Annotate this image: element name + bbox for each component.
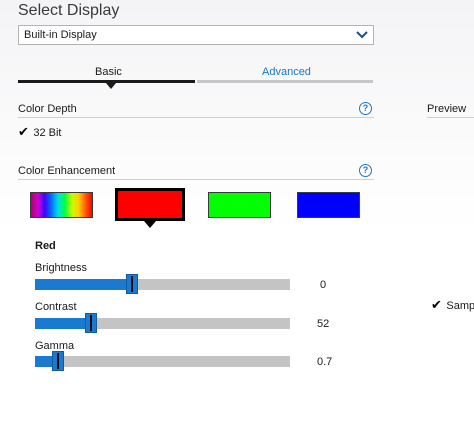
brightness-value: 0 <box>320 279 327 291</box>
preview-divider <box>427 117 474 118</box>
contrast-label: Contrast <box>35 301 77 313</box>
tab-advanced-indicator <box>197 80 373 83</box>
swatch-green[interactable] <box>208 192 271 218</box>
brightness-fill <box>35 279 132 290</box>
brightness-slider[interactable] <box>35 274 290 294</box>
contrast-fill <box>35 318 91 329</box>
contrast-slider[interactable] <box>35 313 290 333</box>
gamma-slider[interactable] <box>35 351 290 371</box>
channel-title: Red <box>35 240 56 252</box>
swatch-red-selected-frame[interactable] <box>115 188 185 221</box>
swatch-blue[interactable] <box>297 192 360 218</box>
gamma-thumb[interactable] <box>52 351 64 371</box>
tab-advanced[interactable]: Advanced <box>262 66 311 78</box>
display-select[interactable]: Built-in Display <box>18 25 374 45</box>
swatch-red <box>118 191 182 218</box>
color-depth-help-icon[interactable]: ? <box>359 102 372 115</box>
chevron-down-icon <box>356 31 368 39</box>
swatch-pointer <box>144 221 156 228</box>
color-enhancement-title: Color Enhancement <box>18 165 116 177</box>
color-depth-divider <box>18 117 374 118</box>
tab-pointer <box>106 83 116 89</box>
preview-title: Preview <box>427 103 467 115</box>
tab-basic[interactable]: Basic <box>95 66 122 78</box>
preview-sample-label: Sample <box>446 300 474 312</box>
color-enhancement-help-icon[interactable]: ? <box>359 164 372 177</box>
display-select-value: Built-in Display <box>24 29 97 41</box>
color-depth-value-row: ✔ 32 Bit <box>18 123 62 141</box>
checkmark-icon: ✔ <box>18 124 29 139</box>
gamma-value: 0.7 <box>317 356 333 368</box>
brightness-label: Brightness <box>35 262 87 274</box>
page-title: Select Display <box>18 2 120 19</box>
brightness-thumb[interactable] <box>126 274 138 294</box>
contrast-thumb[interactable] <box>85 313 97 333</box>
contrast-value: 52 <box>317 318 330 330</box>
color-depth-title: Color Depth <box>18 103 77 115</box>
color-enhancement-divider <box>18 179 374 180</box>
swatch-all-colors[interactable] <box>30 192 93 218</box>
checkmark-icon: ✔ <box>431 297 442 312</box>
color-depth-value: 32 Bit <box>33 127 62 139</box>
preview-sample-row: ✔ Sample <box>431 296 474 314</box>
